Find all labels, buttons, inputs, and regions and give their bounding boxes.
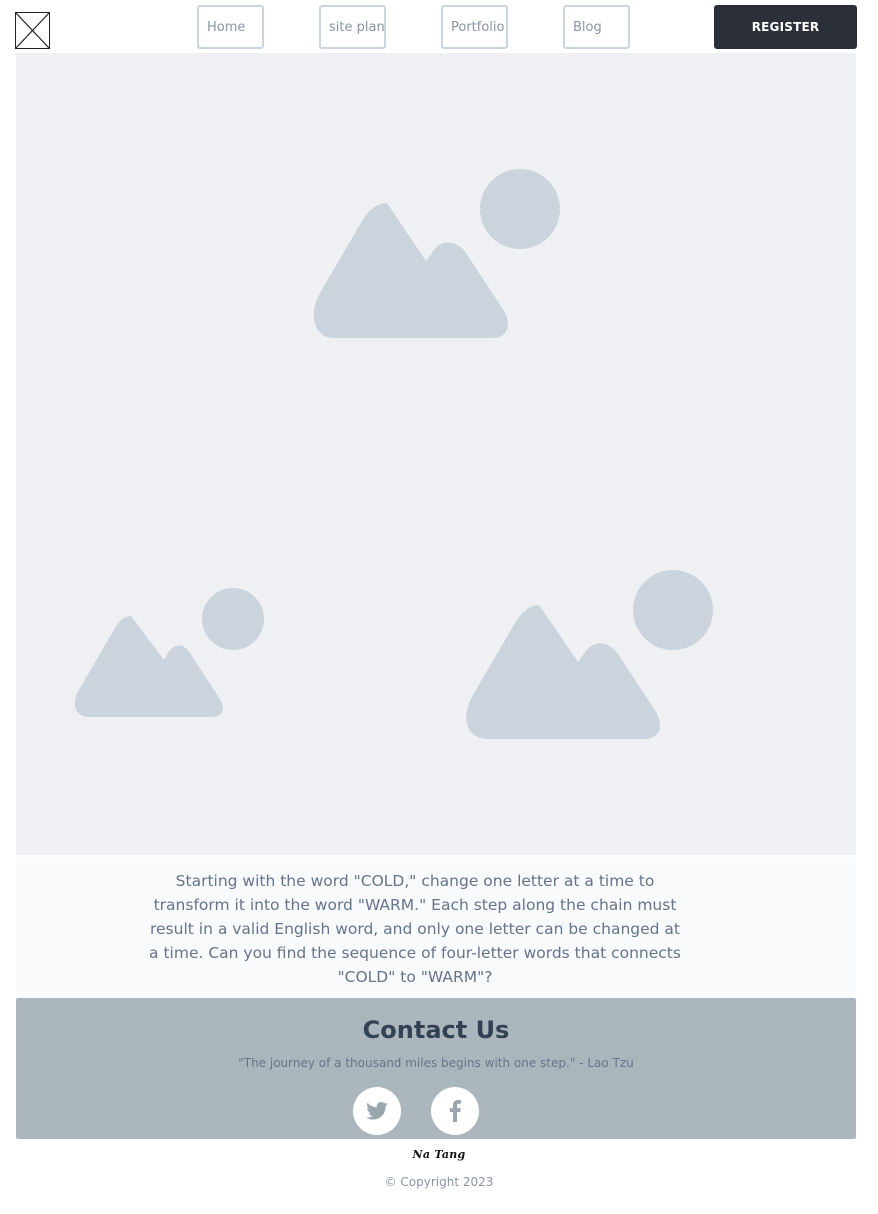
nav-portfolio-label: Portfolio — [451, 19, 505, 35]
twitter-button[interactable] — [353, 1087, 401, 1135]
facebook-icon — [449, 1100, 461, 1122]
nav-home-label: Home — [207, 19, 246, 35]
register-button[interactable]: REGISTER — [714, 5, 857, 49]
twitter-icon — [366, 1102, 388, 1120]
contact-section: Contact Us "The journey of a thousand mi… — [16, 998, 856, 1139]
nav-blog-label: Blog — [573, 19, 602, 35]
puzzle-text: Starting with the word "COLD," change on… — [149, 872, 681, 986]
image-placeholder-icon — [313, 169, 560, 338]
copyright-text: © Copyright 2023 — [384, 1175, 494, 1189]
contact-title: Contact Us — [362, 1016, 510, 1044]
image-placeholder-icon — [466, 570, 713, 739]
hero-gallery — [16, 53, 856, 855]
register-label: REGISTER — [751, 20, 820, 34]
nav-portfolio-button[interactable]: Portfolio — [441, 5, 508, 49]
nav-blog-button[interactable]: Blog — [563, 5, 630, 49]
image-placeholder-icon — [74, 588, 264, 717]
logo-placeholder[interactable] — [15, 12, 50, 49]
nav-site-plan-label: site plan — [329, 19, 385, 35]
broken-image-placeholder-icon — [16, 13, 49, 48]
signature: Na Tang — [412, 1148, 466, 1161]
contact-quote: "The journey of a thousand miles begins … — [238, 1056, 634, 1070]
puzzle-section: Starting with the word "COLD," change on… — [16, 857, 856, 998]
nav-site-plan-button[interactable]: site plan — [319, 5, 386, 49]
nav-home-button[interactable]: Home — [197, 5, 264, 49]
facebook-button[interactable] — [431, 1087, 479, 1135]
